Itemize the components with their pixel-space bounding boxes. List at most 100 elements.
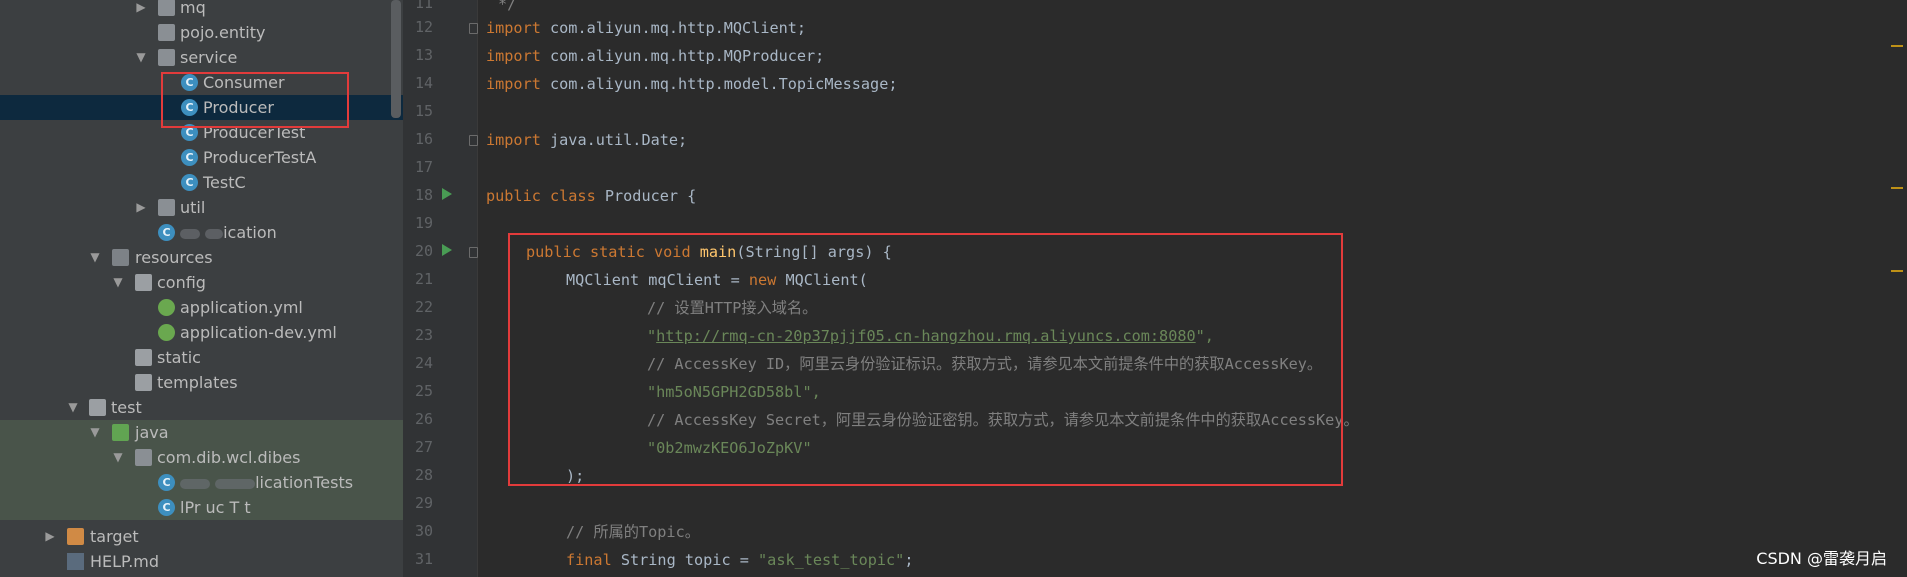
tree-item-help-md[interactable]: HELP.md bbox=[0, 549, 403, 574]
gutter-divider bbox=[477, 0, 478, 577]
folder-icon bbox=[135, 349, 152, 366]
chevron-right-icon[interactable]: ▶ bbox=[43, 524, 57, 549]
folder-icon bbox=[89, 399, 106, 416]
spring-yml-icon bbox=[158, 299, 175, 316]
package-folder-icon bbox=[158, 24, 175, 41]
chevron-down-icon[interactable]: ▼ bbox=[111, 445, 125, 470]
folder-icon bbox=[135, 274, 152, 291]
code-line-30: // 所属的Topic。 bbox=[566, 523, 700, 541]
tree-item-label-text: ication bbox=[223, 223, 277, 242]
warning-marker[interactable] bbox=[1891, 270, 1903, 272]
code-line-13: import com.aliyun.mq.http.MQProducer; bbox=[486, 46, 824, 66]
chevron-down-icon[interactable]: ▼ bbox=[88, 420, 102, 445]
resources-folder-icon bbox=[112, 249, 129, 266]
tree-item-util[interactable]: ▶ util bbox=[0, 195, 403, 220]
tree-scrollbar[interactable] bbox=[391, 0, 401, 118]
code-line-16: import java.util.Date; bbox=[486, 130, 687, 150]
line-number: 22 bbox=[414, 298, 433, 316]
chevron-down-icon[interactable]: ▼ bbox=[66, 395, 80, 420]
chevron-down-icon[interactable]: ▼ bbox=[134, 45, 148, 70]
tree-item-java[interactable]: ▼ java bbox=[0, 420, 403, 445]
tree-item-label: ProducerTestA bbox=[203, 148, 317, 167]
redacted-text bbox=[180, 478, 210, 489]
code-editor[interactable]: 11 12 13 14 15 16 17 18 19 20 21 22 23 2… bbox=[403, 0, 1907, 577]
tree-item-application-tests[interactable]: C licationTests bbox=[0, 470, 403, 495]
tree-item-testc[interactable]: C TestC bbox=[0, 170, 403, 195]
line-number: 17 bbox=[414, 158, 433, 176]
line-number: 15 bbox=[414, 102, 433, 120]
code-keyword: import bbox=[486, 19, 541, 37]
line-number: 25 bbox=[414, 382, 433, 400]
tree-item-label: target bbox=[90, 527, 139, 546]
chevron-down-icon[interactable]: ▼ bbox=[111, 270, 125, 295]
tree-item-producertesta[interactable]: C ProducerTestA bbox=[0, 145, 403, 170]
tree-item-label: TestC bbox=[203, 173, 246, 192]
code-keyword: import bbox=[486, 75, 541, 93]
run-main-icon[interactable] bbox=[442, 244, 452, 256]
warning-marker[interactable] bbox=[1891, 187, 1903, 189]
code-line-12: import com.aliyun.mq.http.MQClient; bbox=[486, 18, 806, 38]
line-number: 13 bbox=[414, 46, 433, 64]
tree-item-label: pojo.entity bbox=[180, 23, 266, 42]
tree-item-pojo-entity[interactable]: pojo.entity bbox=[0, 20, 403, 45]
tree-item-test[interactable]: ▼ test bbox=[0, 395, 403, 420]
package-folder-icon bbox=[158, 0, 175, 16]
line-number: 28 bbox=[414, 466, 433, 484]
java-class-icon: C bbox=[181, 149, 198, 166]
line-number: 24 bbox=[414, 354, 433, 372]
test-source-folder-icon bbox=[112, 424, 129, 441]
fold-marker-icon[interactable] bbox=[469, 247, 478, 258]
line-number: 23 bbox=[414, 326, 433, 344]
csdn-watermark: CSDN @雷袭月启 bbox=[1756, 549, 1887, 568]
java-class-icon: C bbox=[158, 224, 175, 241]
editor-marker-strip[interactable] bbox=[1887, 0, 1907, 577]
fold-marker-icon[interactable] bbox=[469, 23, 478, 34]
run-class-icon[interactable] bbox=[442, 188, 452, 200]
package-folder-icon bbox=[135, 449, 152, 466]
chevron-right-icon[interactable]: ▶ bbox=[134, 0, 148, 20]
tree-item-label: application.yml bbox=[180, 298, 303, 317]
line-number: 21 bbox=[414, 270, 433, 288]
code-keyword: import bbox=[486, 131, 541, 149]
line-number: 14 bbox=[414, 74, 433, 92]
code-text: com.aliyun.mq.http.MQProducer; bbox=[540, 47, 825, 65]
chevron-right-icon[interactable]: ▶ bbox=[134, 195, 148, 220]
redacted-text bbox=[215, 478, 256, 489]
line-number: 11 bbox=[414, 0, 433, 12]
tree-item-static[interactable]: static bbox=[0, 345, 403, 370]
tree-item-label: application-dev.yml bbox=[180, 323, 337, 342]
line-number: 20 bbox=[414, 242, 433, 260]
warning-marker[interactable] bbox=[1891, 45, 1903, 47]
tree-item-application-yml[interactable]: application.yml bbox=[0, 295, 403, 320]
tree-item-application[interactable]: C ication bbox=[0, 220, 403, 245]
code-keyword: public class bbox=[486, 187, 596, 205]
tree-item-label: lPr uc T t bbox=[180, 498, 251, 517]
chevron-down-icon[interactable]: ▼ bbox=[88, 245, 102, 270]
code-string: "ask_test_topic" bbox=[758, 551, 905, 569]
tree-item-config[interactable]: ▼ config bbox=[0, 270, 403, 295]
code-text: java.util.Date; bbox=[540, 131, 688, 149]
tree-item-producer-test[interactable]: C lPr uc T t bbox=[0, 495, 403, 520]
code-keyword: final bbox=[566, 551, 612, 569]
tree-item-target[interactable]: ▶ target bbox=[0, 524, 403, 549]
tree-item-com-dib-wcl-dibes[interactable]: ▼ com.dib.wcl.dibes bbox=[0, 445, 403, 470]
tree-item-label: config bbox=[157, 273, 206, 292]
tree-item-service[interactable]: ▼ service bbox=[0, 45, 403, 70]
highlight-box-main-method bbox=[508, 233, 1343, 486]
tree-item-resources[interactable]: ▼ resources bbox=[0, 245, 403, 270]
line-number: 18 bbox=[414, 186, 433, 204]
spring-yml-icon bbox=[158, 324, 175, 341]
tree-item-label-text: licationTests bbox=[255, 473, 354, 492]
fold-marker-icon[interactable] bbox=[469, 135, 478, 146]
tree-item-label: test bbox=[111, 398, 142, 417]
tree-item-mq[interactable]: ▶ mq bbox=[0, 0, 403, 20]
java-class-icon: C bbox=[158, 499, 175, 516]
tree-item-templates[interactable]: templates bbox=[0, 370, 403, 395]
tree-item-application-dev-yml[interactable]: application-dev.yml bbox=[0, 320, 403, 345]
code-line-18: public class Producer { bbox=[486, 186, 696, 206]
project-tree-panel: ▶ mq pojo.entity ▼ service C Consumer C … bbox=[0, 0, 403, 577]
tree-item-label: util bbox=[180, 198, 206, 217]
highlight-box-service-classes bbox=[161, 72, 349, 128]
tree-item-label: java bbox=[135, 423, 169, 442]
tree-item-label: resources bbox=[135, 248, 213, 267]
